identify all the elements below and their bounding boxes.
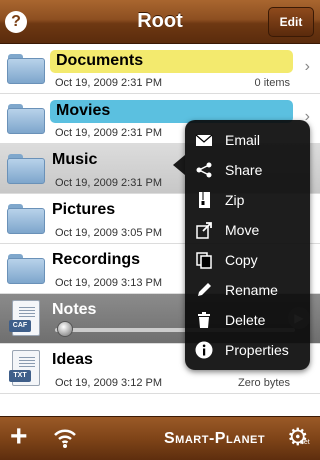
audio-file-icon: CAF [9, 300, 40, 336]
menu-item-share[interactable]: Share [185, 155, 310, 185]
item-name: Documents [50, 50, 293, 73]
playback-slider-knob[interactable] [57, 321, 73, 337]
item-date: Oct 19, 2009 3:12 PM [55, 377, 163, 389]
menu-item-rename[interactable]: Rename [185, 275, 310, 305]
trash-icon [198, 312, 210, 328]
wifi-icon[interactable] [53, 427, 77, 454]
menu-item-label: Delete [225, 312, 266, 328]
item-name: Recordings [52, 251, 141, 268]
context-menu: Email Share Zip Move Copy Rename Delete … [185, 120, 310, 370]
gear-icon[interactable]: ⚙ [287, 426, 309, 450]
add-button[interactable]: + [10, 422, 28, 452]
zip-icon [199, 192, 210, 208]
envelope-icon [195, 134, 213, 146]
pencil-icon [198, 283, 211, 296]
item-date: Oct 19, 2009 3:13 PM [55, 277, 163, 289]
brand-suffix: net [300, 439, 310, 446]
menu-item-label: Email [225, 132, 261, 148]
folder-icon [7, 204, 45, 234]
chevron-right-icon: › [304, 58, 310, 75]
menu-pointer [173, 155, 185, 175]
menu-item-zip[interactable]: Zip [185, 185, 310, 215]
menu-item-label: Zip [225, 192, 245, 208]
edit-button[interactable]: Edit [268, 7, 314, 37]
info-icon [195, 341, 213, 359]
menu-item-email[interactable]: Email [185, 125, 310, 155]
share-icon [196, 162, 212, 178]
menu-item-label: Move [225, 222, 260, 238]
menu-item-label: Rename [225, 282, 278, 298]
menu-item-label: Copy [225, 252, 258, 268]
item-date: Oct 19, 2009 2:31 PM [55, 177, 163, 189]
item-size: Zero bytes [238, 377, 290, 389]
toolbar: + Smart-Planet ⚙ net [0, 416, 320, 460]
menu-item-copy[interactable]: Copy [185, 245, 310, 275]
item-name: Ideas [52, 351, 93, 368]
folder-icon [7, 154, 45, 184]
item-name: Music [52, 151, 98, 168]
folder-icon [7, 104, 45, 134]
item-name: Pictures [52, 201, 116, 218]
text-file-icon: TXT [9, 350, 40, 386]
move-icon [196, 222, 212, 239]
item-date: Oct 19, 2009 3:05 PM [55, 227, 163, 239]
brand-logo: Smart-Planet [164, 430, 266, 447]
menu-item-delete[interactable]: Delete [185, 305, 310, 335]
navigation-bar: ? Root Edit [0, 0, 320, 44]
copy-icon [196, 252, 212, 269]
menu-item-move[interactable]: Move [185, 215, 310, 245]
menu-item-label: Share [225, 162, 263, 178]
list-item[interactable]: Documents Oct 19, 2009 2:31 PM 0 items › [0, 44, 320, 94]
folder-icon [7, 54, 45, 84]
item-date: Oct 19, 2009 2:31 PM [55, 127, 163, 139]
menu-item-properties[interactable]: Properties [185, 335, 310, 365]
item-count: 0 items [254, 77, 290, 89]
folder-icon [7, 254, 45, 284]
item-date: Oct 19, 2009 2:31 PM [55, 77, 163, 89]
item-name: Notes [52, 301, 97, 318]
menu-item-label: Properties [225, 342, 289, 358]
